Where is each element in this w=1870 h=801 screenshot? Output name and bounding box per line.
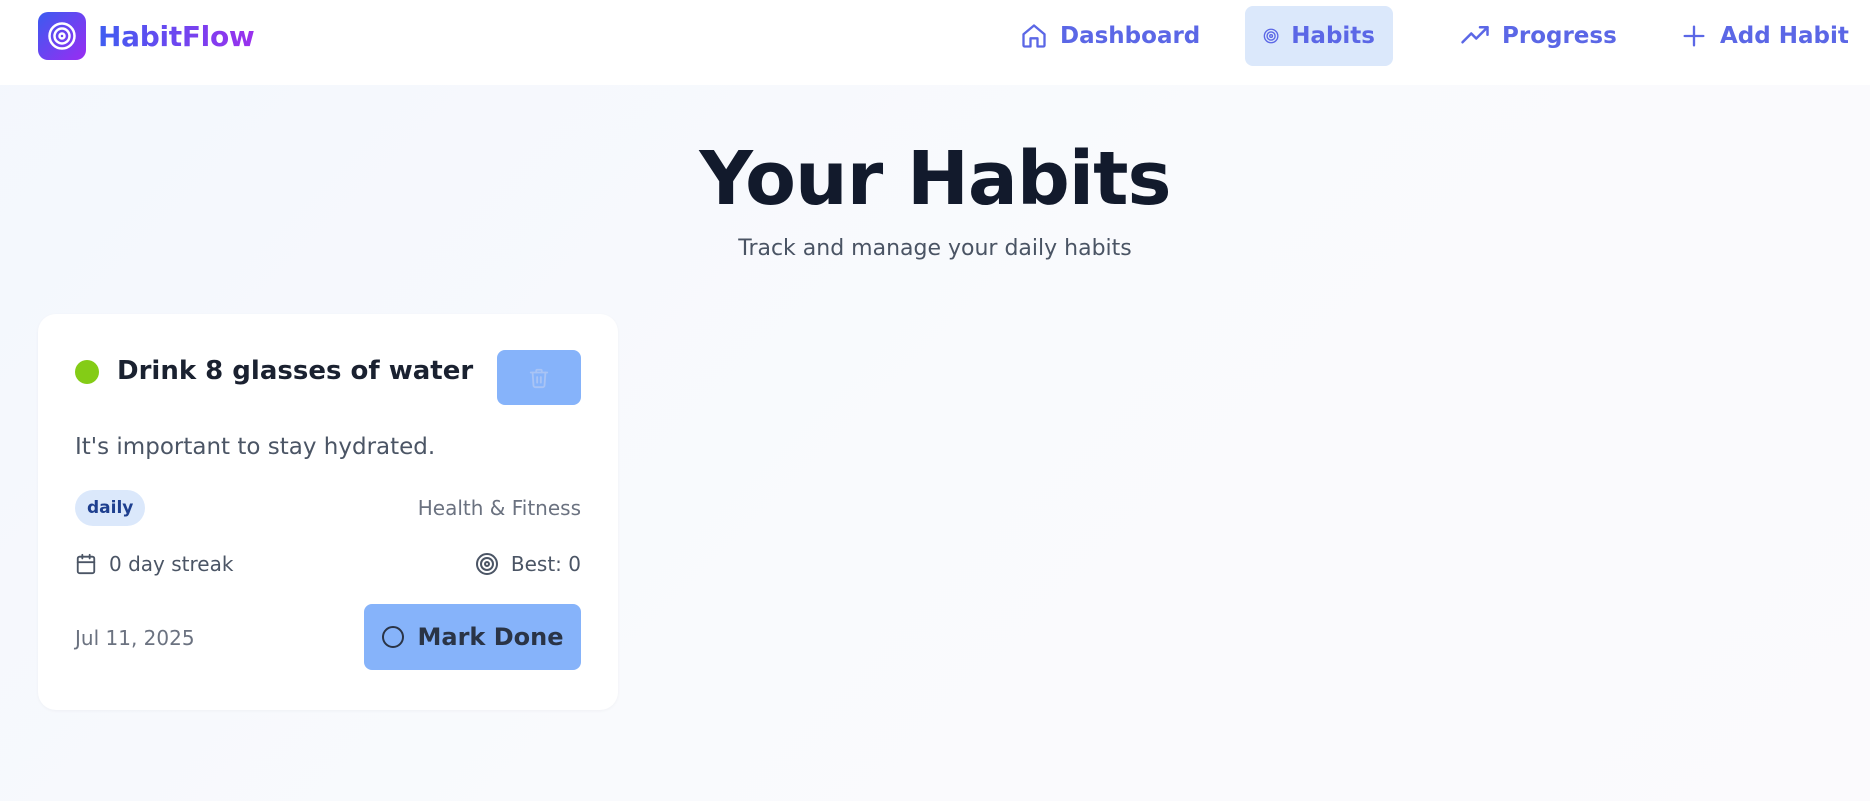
circle-icon xyxy=(382,626,405,648)
target-icon xyxy=(1263,28,1279,44)
delete-button[interactable] xyxy=(497,350,581,405)
brand-name: HabitFlow xyxy=(98,19,255,53)
trash-icon xyxy=(529,368,549,388)
nav-item-label: Add Habit xyxy=(1720,23,1849,49)
frequency-badge: daily xyxy=(75,490,146,526)
mark-done-button[interactable]: Mark Done xyxy=(364,604,581,670)
status-dot xyxy=(75,360,99,384)
best-info: Best: 0 xyxy=(475,552,581,576)
navbar: HabitFlow Dashboard Habits Progress Add … xyxy=(0,0,1870,85)
home-icon xyxy=(1022,24,1046,48)
target-icon xyxy=(38,12,86,60)
streak-text: 0 day streak xyxy=(109,552,234,576)
plus-icon xyxy=(1683,25,1705,47)
nav-item-label: Dashboard xyxy=(1060,23,1201,49)
page-title: Your Habits xyxy=(699,136,1171,222)
nav-item-habits[interactable]: Habits xyxy=(1245,6,1393,66)
nav-item-dashboard[interactable]: Dashboard xyxy=(1002,6,1218,66)
trending-up-icon xyxy=(1461,26,1489,44)
habit-date: Jul 11, 2025 xyxy=(75,626,195,650)
best-text: Best: 0 xyxy=(510,552,581,576)
habit-card: Drink 8 glasses of water It's important … xyxy=(38,314,618,710)
streak-info: 0 day streak xyxy=(75,552,233,576)
mark-done-label: Mark Done xyxy=(417,623,564,651)
brand[interactable]: HabitFlow xyxy=(38,12,255,60)
target-icon xyxy=(475,553,498,575)
page-subtitle: Track and manage your daily habits xyxy=(738,236,1132,261)
habit-title: Drink 8 glasses of water xyxy=(117,356,474,386)
nav-item-label: Progress xyxy=(1502,23,1617,49)
habit-category: Health & Fitness xyxy=(417,496,581,520)
nav-item-add-habit[interactable]: Add Habit xyxy=(1662,6,1867,66)
nav-item-progress[interactable]: Progress xyxy=(1442,6,1635,66)
calendar-icon xyxy=(76,553,96,575)
nav-item-label: Habits xyxy=(1291,23,1375,49)
habit-description: It's important to stay hydrated. xyxy=(75,434,436,460)
